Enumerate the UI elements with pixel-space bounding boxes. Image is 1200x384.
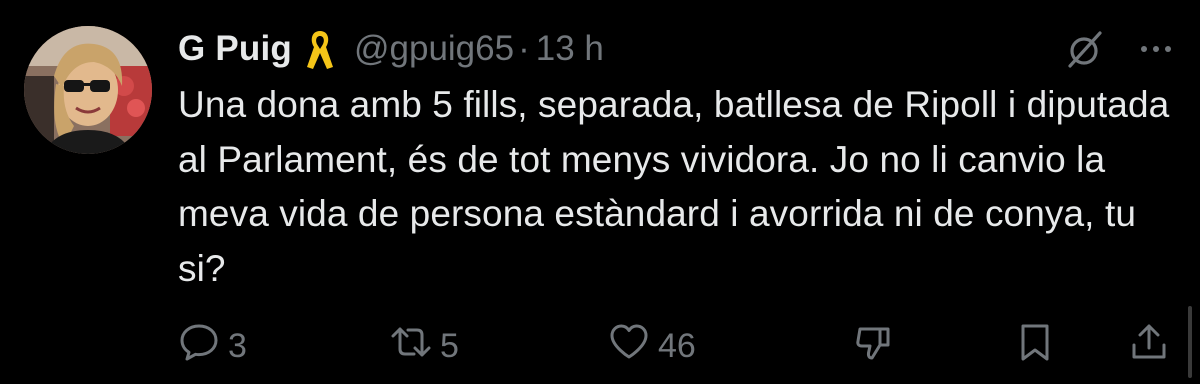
like-count: 46 (658, 326, 696, 365)
timestamp[interactable]: 13 h (536, 29, 604, 69)
user-handle[interactable]: @gpuig65 (354, 29, 514, 69)
grok-icon[interactable] (1064, 28, 1106, 70)
avatar[interactable] (24, 26, 152, 154)
share-button[interactable] (1128, 322, 1170, 370)
repost-icon (390, 321, 432, 372)
tweet-top-actions (1064, 24, 1176, 74)
scrollbar[interactable] (1188, 306, 1192, 378)
bookmark-button[interactable] (1014, 322, 1056, 370)
tweet-text: Una dona amb 5 fills, separada, batllesa… (178, 84, 1170, 289)
reply-count: 3 (228, 326, 247, 365)
repost-count: 5 (440, 326, 459, 365)
display-name[interactable]: G Puig (178, 29, 292, 69)
bookmark-icon (1014, 321, 1056, 372)
yellow-ribbon-icon (304, 27, 336, 71)
tweet-actions: 3 5 46 (178, 322, 1174, 370)
tweet-header: G Puig @gpuig65 · 13 h (178, 24, 604, 74)
like-button[interactable]: 46 (608, 322, 696, 370)
dislike-button[interactable] (852, 322, 894, 370)
reply-button[interactable]: 3 (178, 322, 247, 370)
more-icon[interactable] (1136, 29, 1176, 69)
reply-icon (178, 321, 220, 372)
tweet[interactable]: G Puig @gpuig65 · 13 h Una dona amb 5 fi… (0, 0, 1200, 384)
separator-dot: · (518, 29, 530, 68)
share-icon (1128, 321, 1170, 372)
like-icon (608, 321, 650, 372)
repost-button[interactable]: 5 (390, 322, 459, 370)
dislike-icon (852, 321, 894, 372)
